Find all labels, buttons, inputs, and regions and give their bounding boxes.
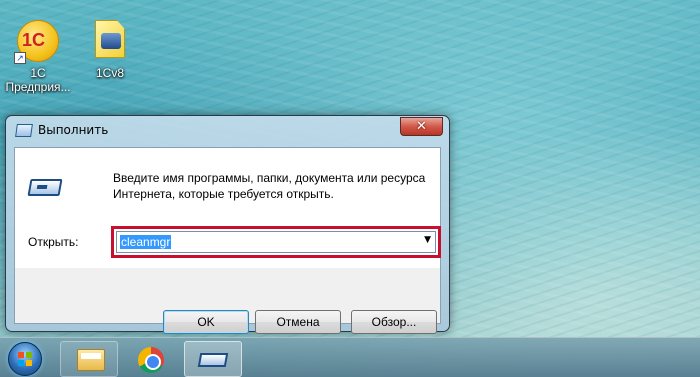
- dropdown-arrow-icon[interactable]: ▼: [424, 235, 431, 245]
- taskbar-explorer-button[interactable]: [60, 341, 118, 377]
- dialog-title: Выполнить: [38, 123, 109, 137]
- close-button[interactable]: ✕: [400, 117, 443, 136]
- command-input-value[interactable]: cleanmgr: [120, 235, 172, 249]
- run-program-icon: [27, 179, 63, 196]
- run-icon: [15, 124, 33, 137]
- taskbar-chrome-button[interactable]: [122, 341, 180, 377]
- ok-button[interactable]: OK: [163, 310, 249, 334]
- taskbar-run-button[interactable]: [184, 341, 242, 377]
- taskbar: [0, 337, 700, 377]
- open-field-label: Открыть:: [28, 235, 79, 249]
- browse-button[interactable]: Обзор...: [351, 310, 437, 334]
- dialog-content-area: Введите имя программы, папки, документа …: [15, 148, 441, 268]
- dialog-titlebar[interactable]: Выполнить ✕: [6, 116, 449, 144]
- shortcut-arrow-icon: ↗: [14, 52, 26, 64]
- 1c-logo-text: 1С: [22, 30, 46, 50]
- desktop-icon-1c-enterprise[interactable]: 1С ↗ 1С Предприя...: [0, 20, 76, 94]
- dialog-body: Введите имя программы, папки, документа …: [14, 147, 441, 334]
- folder-icon: [77, 349, 105, 371]
- chrome-icon: [138, 347, 164, 373]
- description-line: Интернета, которые требуется открыть.: [113, 187, 334, 201]
- description-line: Введите имя программы, папки, документа …: [113, 171, 426, 185]
- cancel-button[interactable]: Отмена: [255, 310, 341, 334]
- run-icon: [197, 353, 229, 367]
- run-dialog: Выполнить ✕ Введите имя программы, папки…: [5, 115, 450, 334]
- desktop-icon-label: 1С: [30, 66, 46, 80]
- start-button[interactable]: [8, 342, 42, 376]
- desktop-icon-label: 1Cv8: [95, 66, 124, 80]
- desktop-icon-1cv8[interactable]: 1Cv8: [72, 20, 148, 80]
- command-combobox[interactable]: cleanmgr ▼: [116, 231, 436, 253]
- desktop-icon-label: Предприя...: [5, 80, 71, 94]
- dialog-description: Введите имя программы, папки, документа …: [113, 170, 433, 202]
- 1cv8-file-icon: [95, 20, 125, 58]
